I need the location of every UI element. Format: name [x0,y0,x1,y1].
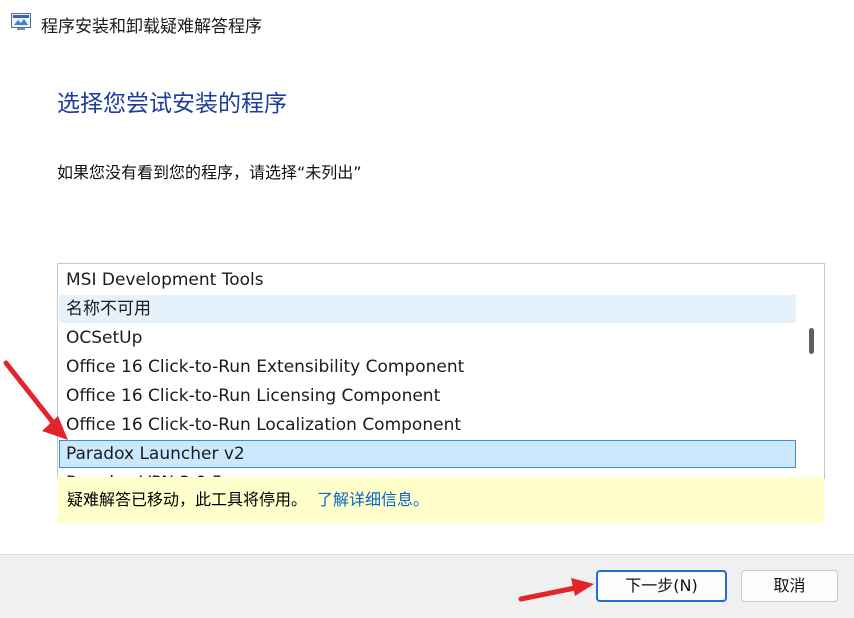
cancel-button[interactable]: 取消 [741,570,838,602]
deprecation-notice: 疑难解答已移动，此工具将停用。 了解详细信息。 [57,477,824,523]
scrollbar-thumb[interactable] [809,328,814,354]
list-item[interactable]: 名称不可用 [59,295,796,323]
troubleshooter-app-icon [11,13,31,31]
notice-text: 疑难解答已移动，此工具将停用。 [67,490,308,509]
list-item[interactable]: Office 16 Click-to-Run Licensing Compone… [59,382,796,410]
program-list[interactable]: MSI Development Tools 名称不可用 OCSetUp Office … [57,263,825,479]
list-item[interactable]: MSI Development Tools [59,266,796,294]
list-item[interactable]: Office 16 Click-to-Run Localization Comp… [59,411,796,439]
list-item[interactable]: Paradox Launcher v2 [59,440,796,468]
dialog-footer: 下一步(N) 取消 [0,554,854,618]
program-list-items: MSI Development Tools 名称不可用 OCSetUp Office … [58,264,798,478]
window-title: 程序安装和卸载疑难解答程序 [41,17,262,37]
learn-more-link[interactable]: 了解详细信息。 [317,490,429,509]
list-scrollbar[interactable] [798,264,824,478]
next-button[interactable]: 下一步(N) [596,570,727,602]
instruction-text: 如果您没有看到您的程序，请选择“未列出” [57,163,362,182]
page-heading: 选择您尝试安装的程序 [57,91,287,117]
list-item[interactable]: OCSetUp [59,324,796,352]
title-bar: 程序安装和卸载疑难解答程序 [0,0,854,44]
list-item[interactable]: Office 16 Click-to-Run Extensibility Com… [59,353,796,381]
